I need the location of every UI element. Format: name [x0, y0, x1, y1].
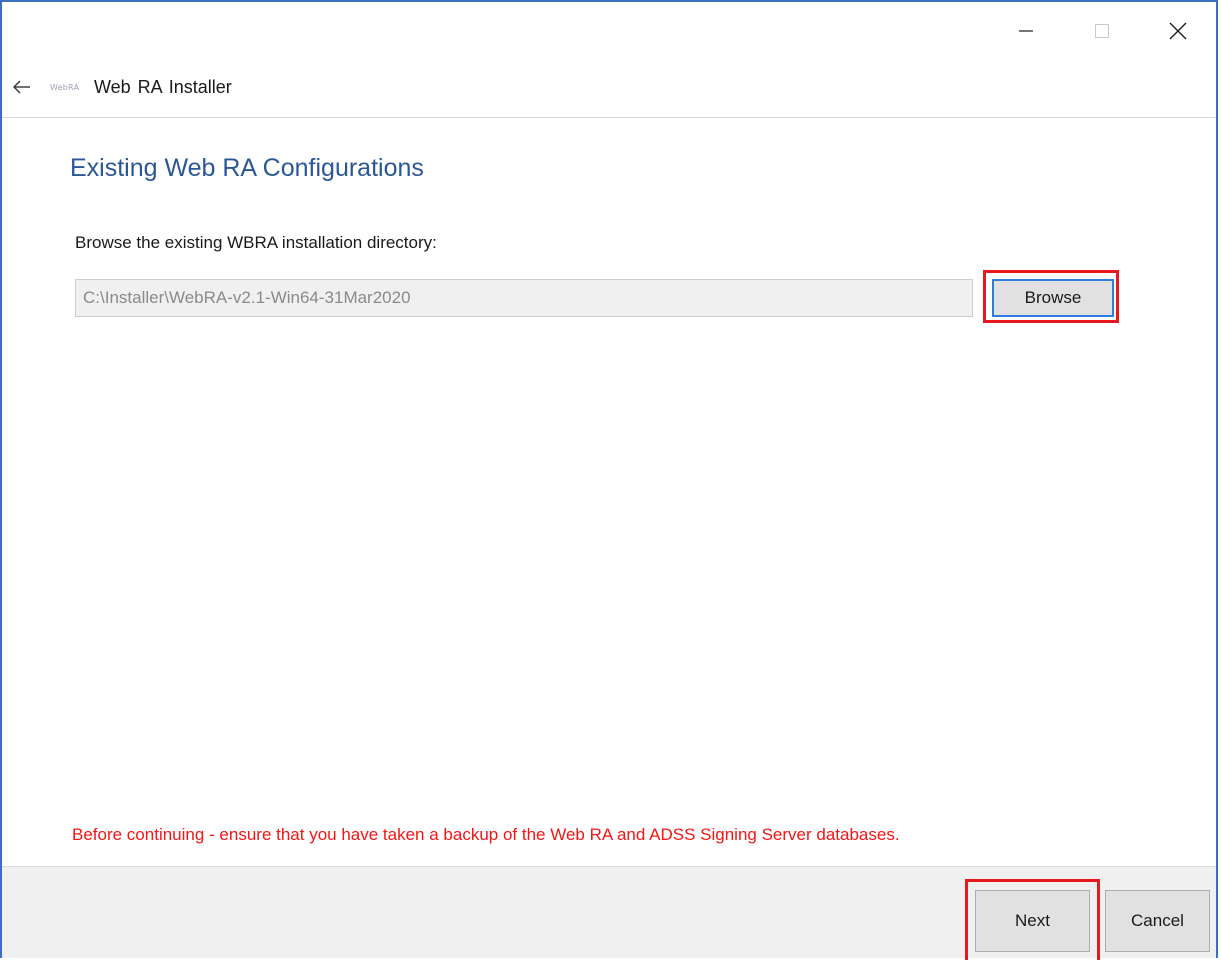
browse-button[interactable]: Browse [992, 279, 1114, 317]
header-divider [2, 117, 1216, 118]
app-header: WebRA Web RA Installer [2, 64, 1216, 110]
window-controls [988, 4, 1216, 58]
directory-field-label: Browse the existing WBRA installation di… [75, 233, 437, 252]
webra-logo: WebRA [50, 82, 80, 92]
minimize-icon [1018, 23, 1034, 39]
minimize-button[interactable] [988, 4, 1064, 58]
page-title: Existing Web RA Configurations [70, 154, 424, 182]
installer-window: WebRA Web RA Installer Existing Web RA C… [0, 0, 1218, 960]
app-title: Web RA Installer [94, 76, 232, 97]
backup-warning-text: Before continuing - ensure that you have… [72, 825, 900, 844]
back-arrow-icon[interactable] [4, 69, 40, 105]
close-button[interactable] [1140, 4, 1216, 58]
maximize-button[interactable] [1064, 4, 1140, 58]
cancel-button[interactable]: Cancel [1105, 890, 1210, 952]
next-button[interactable]: Next [975, 890, 1090, 952]
close-icon [1169, 22, 1187, 40]
directory-path-input[interactable] [75, 279, 973, 317]
maximize-icon [1094, 23, 1110, 39]
